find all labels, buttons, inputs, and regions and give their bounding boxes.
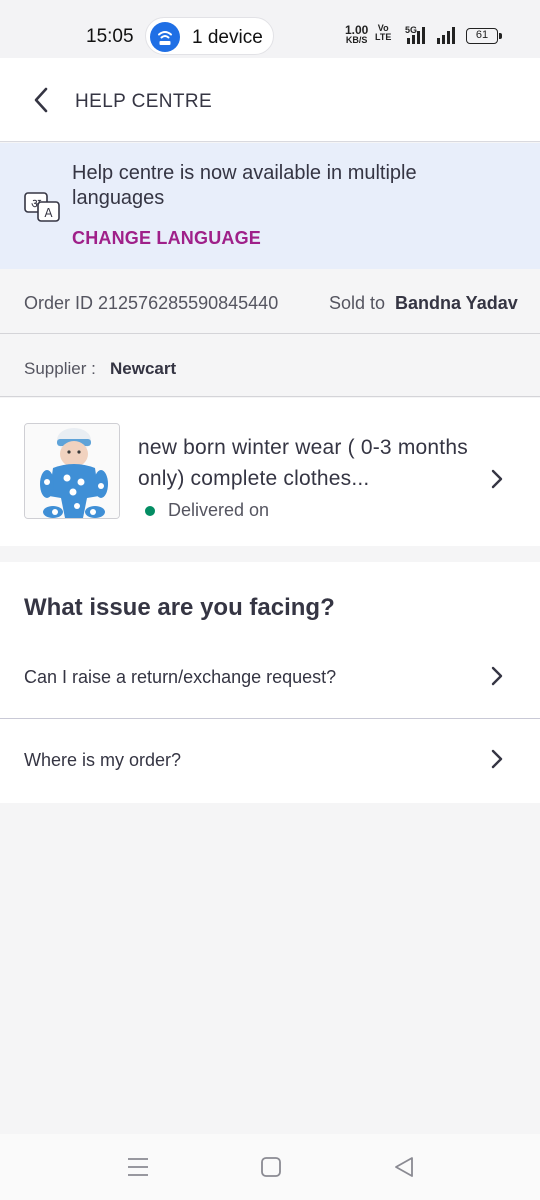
- hotspot-pill[interactable]: 1 device: [145, 17, 274, 55]
- app-header: HELP CENTRE: [0, 58, 540, 142]
- back-triangle-icon[interactable]: [393, 1156, 415, 1183]
- back-button[interactable]: [26, 84, 58, 116]
- supplier-label: Supplier :: [24, 359, 96, 378]
- issue-label: Can I raise a return/exchange request?: [24, 667, 337, 687]
- battery-icon: 61: [466, 28, 502, 44]
- supplier-name: Newcart: [110, 359, 177, 378]
- supplier-row: Supplier : Newcart: [0, 335, 540, 397]
- issue-label: Where is my order?: [24, 750, 182, 770]
- delivered-status-dot: [145, 506, 155, 516]
- sold-to-label: Sold to: [329, 293, 386, 313]
- language-icon: अ A: [24, 192, 60, 227]
- volte-indicator: Vo LTE: [375, 24, 391, 42]
- sold-to-name: Bandna Yadav: [395, 293, 518, 313]
- change-language-button[interactable]: CHANGE LANGUAGE: [72, 228, 261, 249]
- banner-message: Help centre is now available in multiple…: [72, 162, 417, 209]
- home-square-icon[interactable]: [260, 1156, 282, 1183]
- hotspot-label: 1 device: [192, 27, 263, 48]
- order-id: Order ID 212576285590845440: [24, 293, 279, 313]
- chevron-right-icon[interactable]: [487, 468, 507, 495]
- baby-product-image: [25, 424, 119, 518]
- battery-level: 61: [475, 29, 489, 41]
- product-title: new born winter wear ( 0-3 months only) …: [138, 436, 468, 490]
- net-speed: 1.00 KB/S: [345, 24, 368, 45]
- delivery-status: Delivered on: [168, 500, 270, 520]
- chevron-right-icon: [487, 665, 507, 692]
- hotspot-icon: [150, 22, 180, 52]
- issues-heading: What issue are you facing?: [24, 594, 335, 621]
- system-nav-bar: [0, 1134, 540, 1200]
- order-info-row: Order ID 212576285590845440 Sold to Band…: [0, 269, 540, 334]
- issue-item[interactable]: Can I raise a return/exchange request?: [0, 639, 540, 719]
- issues-section: What issue are you facing? Can I raise a…: [0, 562, 540, 803]
- chevron-right-icon: [487, 748, 507, 775]
- net-speed-unit: KB/S: [345, 35, 368, 45]
- product-image: [24, 423, 120, 519]
- signal-icon: [407, 27, 425, 44]
- volte-bottom: LTE: [375, 32, 392, 42]
- signal-icon-2: [437, 27, 455, 44]
- menu-icon[interactable]: [127, 1156, 149, 1183]
- issue-item[interactable]: Where is my order?: [0, 722, 540, 802]
- status-time: 15:05: [86, 26, 134, 47]
- page-title: HELP CENTRE: [75, 91, 213, 112]
- product-card[interactable]: new born winter wear ( 0-3 months only) …: [0, 398, 540, 546]
- chevron-left-icon: [34, 87, 48, 113]
- svg-text:A: A: [44, 206, 53, 220]
